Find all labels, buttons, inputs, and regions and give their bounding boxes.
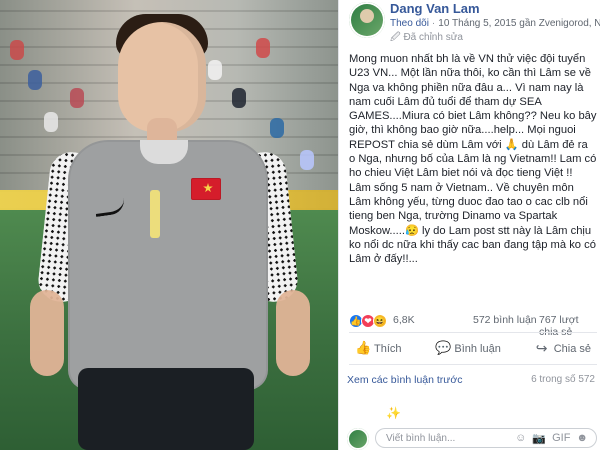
post-actions: Thích Bình luận Chia sẻ bbox=[349, 336, 597, 362]
thumbs-up-icon bbox=[355, 340, 371, 356]
author-avatar[interactable] bbox=[349, 2, 385, 38]
author-name[interactable]: Dang Van Lam bbox=[390, 1, 480, 16]
crowd-figure bbox=[44, 112, 58, 132]
like-label: Thích bbox=[374, 343, 402, 355]
photo bbox=[0, 0, 338, 450]
comment-button[interactable]: Bình luận bbox=[429, 338, 506, 360]
share-button[interactable]: Chia sẻ bbox=[529, 338, 597, 360]
sparkle-emoji-icon: ✨ bbox=[386, 406, 401, 420]
edited-icon: 🖉 bbox=[390, 32, 401, 43]
reactions-summary: 👍 ❤ 😆 6,8K 572 bình luận 767 lượt chia s… bbox=[349, 312, 597, 338]
crowd-figure bbox=[256, 38, 270, 58]
player-hand bbox=[30, 290, 64, 376]
edited-label: Đã chỉnh sửa bbox=[403, 32, 463, 43]
crowd-figure bbox=[70, 88, 84, 108]
facebook-post: Dang Van Lam Theo dõi · 10 Tháng 5, 2015 g… bbox=[338, 0, 600, 450]
haha-reaction-icon: 😆 bbox=[373, 314, 387, 328]
jersey-number bbox=[150, 190, 160, 238]
divider-top bbox=[349, 332, 597, 333]
post-text-paragraph: Mong muon nhất bh là về VN thử việc đội … bbox=[349, 53, 597, 266]
reaction-icons[interactable]: 👍 ❤ 😆 bbox=[349, 312, 387, 330]
share-label: Chia sẻ bbox=[553, 343, 591, 355]
comments-shown: 6 trong số 572 bbox=[531, 374, 595, 385]
gif-icon[interactable]: GIF bbox=[552, 432, 570, 445]
comment-count[interactable]: 572 bình luận bbox=[473, 314, 537, 326]
crowd-figure bbox=[10, 40, 24, 60]
player-hand bbox=[276, 290, 310, 376]
jersey-collar bbox=[140, 140, 188, 164]
post-header: Dang Van Lam Theo dõi · 10 Tháng 5, 2015 g… bbox=[339, 0, 600, 44]
follow-link[interactable]: Theo dõi bbox=[390, 18, 429, 29]
sticker-icon[interactable]: ☻ bbox=[576, 432, 588, 445]
post-date-location: 10 Tháng 5, 2015 gần Zvenigorod, Nga bbox=[438, 18, 600, 29]
comment-input[interactable]: Viết bình luận... ☺ 📷 GIF ☻ bbox=[375, 428, 597, 448]
reaction-count[interactable]: 6,8K bbox=[393, 314, 415, 326]
divider-bottom bbox=[349, 364, 597, 365]
camera-icon[interactable]: 📷 bbox=[532, 432, 546, 445]
commenter-avatar[interactable] bbox=[347, 428, 369, 450]
comment-tools: ☺ 📷 GIF ☻ bbox=[515, 432, 588, 445]
crowd-figure bbox=[28, 70, 42, 90]
separator-dot: · bbox=[431, 18, 436, 29]
comment-placeholder: Viết bình luận... bbox=[386, 433, 456, 444]
player-shorts bbox=[78, 368, 254, 450]
post-text: Mong muon nhất bh là về VN thử việc đội … bbox=[349, 52, 597, 266]
player-head bbox=[118, 22, 206, 132]
share-icon bbox=[535, 340, 549, 357]
post-edited: 🖉 Đã chỉnh sửa bbox=[390, 30, 463, 47]
share-count[interactable]: 767 lượt chia sẻ bbox=[539, 314, 597, 338]
comment-icon bbox=[435, 340, 451, 356]
crowd-figure bbox=[300, 150, 314, 170]
post-meta: Theo dõi · 10 Tháng 5, 2015 gần Zvenigorod… bbox=[390, 18, 600, 29]
crowd-figure bbox=[208, 60, 222, 80]
crowd-figure bbox=[232, 88, 246, 108]
crowd-figure bbox=[270, 118, 284, 138]
view-previous-comments-link[interactable]: Xem các bình luận trước bbox=[347, 374, 462, 386]
emoji-icon[interactable]: ☺ bbox=[515, 432, 526, 445]
like-button[interactable]: Thích bbox=[349, 338, 408, 360]
comment-label: Bình luận bbox=[454, 343, 501, 355]
vietnam-flag-badge bbox=[191, 178, 221, 200]
